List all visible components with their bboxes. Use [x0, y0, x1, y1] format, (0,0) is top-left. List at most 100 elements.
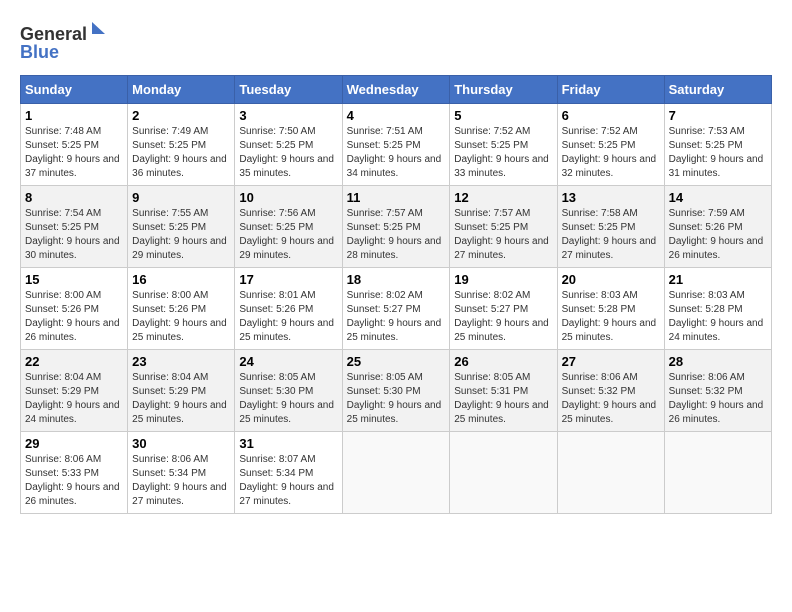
- calendar-cell: 16 Sunrise: 8:00 AMSunset: 5:26 PMDayligh…: [128, 268, 235, 350]
- calendar-cell: 4Sunrise: 7:51 AMSunset: 5:25 PMDaylight…: [342, 104, 450, 186]
- calendar-cell: 28 Sunrise: 8:06 AMSunset: 5:32 PMDayligh…: [664, 350, 771, 432]
- svg-text:General: General: [20, 24, 87, 44]
- calendar-cell: 19 Sunrise: 8:02 AMSunset: 5:27 PMDayligh…: [450, 268, 557, 350]
- calendar-cell: 15 Sunrise: 8:00 AMSunset: 5:26 PMDayligh…: [21, 268, 128, 350]
- day-number: 11: [347, 190, 446, 205]
- day-number: 29: [25, 436, 123, 451]
- day-detail: Sunrise: 8:05 AMSunset: 5:30 PMDaylight:…: [347, 371, 446, 427]
- day-detail: Sunrise: 7:57 AMSunset: 5:25 PMDaylight:…: [454, 207, 552, 263]
- day-number: 6: [562, 108, 660, 123]
- calendar-cell: 9Sunrise: 7:55 AMSunset: 5:25 PMDaylight…: [128, 186, 235, 268]
- day-detail: Sunrise: 8:01 AMSunset: 5:26 PMDaylight:…: [239, 289, 337, 345]
- calendar-cell: 20Sunrise: 8:03 AMSunset: 5:28 PMDayligh…: [557, 268, 664, 350]
- day-detail: Sunrise: 8:05 AMSunset: 5:30 PMDaylight:…: [239, 371, 337, 427]
- day-detail: Sunrise: 7:52 AMSunset: 5:25 PMDaylight:…: [454, 125, 552, 181]
- day-number: 15: [25, 272, 123, 287]
- day-detail: Sunrise: 7:59 AMSunset: 5:26 PMDaylight:…: [669, 207, 767, 263]
- day-number: 30: [132, 436, 230, 451]
- day-number: 5: [454, 108, 552, 123]
- day-number: 2: [132, 108, 230, 123]
- calendar-cell: 1 Sunrise: 7:48 AMSunset: 5:25 PMDaylight…: [21, 104, 128, 186]
- page-header: GeneralBlue: [20, 20, 772, 65]
- day-number: 28: [669, 354, 767, 369]
- day-detail: Sunrise: 8:02 AMSunset: 5:27 PMDaylight:…: [454, 289, 552, 345]
- day-detail: Sunrise: 7:53 AMSunset: 5:25 PMDaylight:…: [669, 125, 767, 181]
- calendar-cell: 5 Sunrise: 7:52 AMSunset: 5:25 PMDaylight…: [450, 104, 557, 186]
- calendar-week-row: 15 Sunrise: 8:00 AMSunset: 5:26 PMDayligh…: [21, 268, 772, 350]
- day-number: 12: [454, 190, 552, 205]
- day-detail: Sunrise: 7:48 AMSunset: 5:25 PMDaylight:…: [25, 125, 123, 181]
- calendar-cell: 25 Sunrise: 8:05 AMSunset: 5:30 PMDayligh…: [342, 350, 450, 432]
- calendar-cell: 24Sunrise: 8:05 AMSunset: 5:30 PMDayligh…: [235, 350, 342, 432]
- calendar-cell: 27Sunrise: 8:06 AMSunset: 5:32 PMDayligh…: [557, 350, 664, 432]
- day-number: 1: [25, 108, 123, 123]
- calendar-week-row: 8 Sunrise: 7:54 AMSunset: 5:25 PMDaylight…: [21, 186, 772, 268]
- day-number: 22: [25, 354, 123, 369]
- day-number: 23: [132, 354, 230, 369]
- calendar-cell: [342, 432, 450, 514]
- calendar-cell: 23 Sunrise: 8:04 AMSunset: 5:29 PMDayligh…: [128, 350, 235, 432]
- calendar-cell: 30 Sunrise: 8:06 AMSunset: 5:34 PMDayligh…: [128, 432, 235, 514]
- calendar-cell: [450, 432, 557, 514]
- day-detail: Sunrise: 8:04 AMSunset: 5:29 PMDaylight:…: [132, 371, 230, 427]
- calendar-cell: 31 Sunrise: 8:07 AMSunset: 5:34 PMDayligh…: [235, 432, 342, 514]
- calendar-cell: 10Sunrise: 7:56 AMSunset: 5:25 PMDayligh…: [235, 186, 342, 268]
- day-number: 3: [239, 108, 337, 123]
- calendar-cell: 7 Sunrise: 7:53 AMSunset: 5:25 PMDaylight…: [664, 104, 771, 186]
- day-number: 17: [239, 272, 337, 287]
- day-detail: Sunrise: 8:05 AMSunset: 5:31 PMDaylight:…: [454, 371, 552, 427]
- calendar-cell: 3 Sunrise: 7:50 AMSunset: 5:25 PMDaylight…: [235, 104, 342, 186]
- day-number: 31: [239, 436, 337, 451]
- day-detail: Sunrise: 7:57 AMSunset: 5:25 PMDaylight:…: [347, 207, 446, 263]
- logo: GeneralBlue: [20, 20, 110, 65]
- calendar-cell: 29Sunrise: 8:06 AMSunset: 5:33 PMDayligh…: [21, 432, 128, 514]
- calendar-cell: 11 Sunrise: 7:57 AMSunset: 5:25 PMDayligh…: [342, 186, 450, 268]
- calendar-cell: [557, 432, 664, 514]
- calendar-cell: 12 Sunrise: 7:57 AMSunset: 5:25 PMDayligh…: [450, 186, 557, 268]
- day-detail: Sunrise: 8:04 AMSunset: 5:29 PMDaylight:…: [25, 371, 123, 427]
- day-number: 16: [132, 272, 230, 287]
- calendar-cell: [664, 432, 771, 514]
- day-number: 9: [132, 190, 230, 205]
- day-detail: Sunrise: 8:06 AMSunset: 5:34 PMDaylight:…: [132, 453, 230, 509]
- calendar-cell: 6 Sunrise: 7:52 AMSunset: 5:25 PMDaylight…: [557, 104, 664, 186]
- header-day: Friday: [557, 76, 664, 104]
- day-number: 27: [562, 354, 660, 369]
- calendar-cell: 17 Sunrise: 8:01 AMSunset: 5:26 PMDayligh…: [235, 268, 342, 350]
- day-number: 14: [669, 190, 767, 205]
- day-number: 19: [454, 272, 552, 287]
- day-detail: Sunrise: 8:02 AMSunset: 5:27 PMDaylight:…: [347, 289, 446, 345]
- header-day: Thursday: [450, 76, 557, 104]
- calendar-cell: 13Sunrise: 7:58 AMSunset: 5:25 PMDayligh…: [557, 186, 664, 268]
- day-detail: Sunrise: 7:52 AMSunset: 5:25 PMDaylight:…: [562, 125, 660, 181]
- day-number: 25: [347, 354, 446, 369]
- calendar-cell: 22 Sunrise: 8:04 AMSunset: 5:29 PMDayligh…: [21, 350, 128, 432]
- calendar-cell: 21Sunrise: 8:03 AMSunset: 5:28 PMDayligh…: [664, 268, 771, 350]
- calendar-cell: 2Sunrise: 7:49 AMSunset: 5:25 PMDaylight…: [128, 104, 235, 186]
- day-detail: Sunrise: 8:00 AMSunset: 5:26 PMDaylight:…: [25, 289, 123, 345]
- day-detail: Sunrise: 7:50 AMSunset: 5:25 PMDaylight:…: [239, 125, 337, 181]
- calendar-week-row: 22 Sunrise: 8:04 AMSunset: 5:29 PMDayligh…: [21, 350, 772, 432]
- day-number: 21: [669, 272, 767, 287]
- svg-text:Blue: Blue: [20, 42, 59, 62]
- calendar-cell: 14 Sunrise: 7:59 AMSunset: 5:26 PMDayligh…: [664, 186, 771, 268]
- day-detail: Sunrise: 7:54 AMSunset: 5:25 PMDaylight:…: [25, 207, 123, 263]
- day-number: 26: [454, 354, 552, 369]
- day-number: 8: [25, 190, 123, 205]
- day-number: 7: [669, 108, 767, 123]
- header-row: SundayMondayTuesdayWednesdayThursdayFrid…: [21, 76, 772, 104]
- logo-icon: GeneralBlue: [20, 20, 110, 65]
- header-day: Sunday: [21, 76, 128, 104]
- day-detail: Sunrise: 8:06 AMSunset: 5:32 PMDaylight:…: [669, 371, 767, 427]
- day-detail: Sunrise: 8:00 AMSunset: 5:26 PMDaylight:…: [132, 289, 230, 345]
- calendar-week-row: 1 Sunrise: 7:48 AMSunset: 5:25 PMDaylight…: [21, 104, 772, 186]
- day-number: 20: [562, 272, 660, 287]
- header-day: Monday: [128, 76, 235, 104]
- header-day: Saturday: [664, 76, 771, 104]
- calendar-week-row: 29Sunrise: 8:06 AMSunset: 5:33 PMDayligh…: [21, 432, 772, 514]
- calendar-cell: 26 Sunrise: 8:05 AMSunset: 5:31 PMDayligh…: [450, 350, 557, 432]
- day-detail: Sunrise: 8:07 AMSunset: 5:34 PMDaylight:…: [239, 453, 337, 509]
- calendar-table: SundayMondayTuesdayWednesdayThursdayFrid…: [20, 75, 772, 514]
- day-detail: Sunrise: 7:56 AMSunset: 5:25 PMDaylight:…: [239, 207, 337, 263]
- day-number: 13: [562, 190, 660, 205]
